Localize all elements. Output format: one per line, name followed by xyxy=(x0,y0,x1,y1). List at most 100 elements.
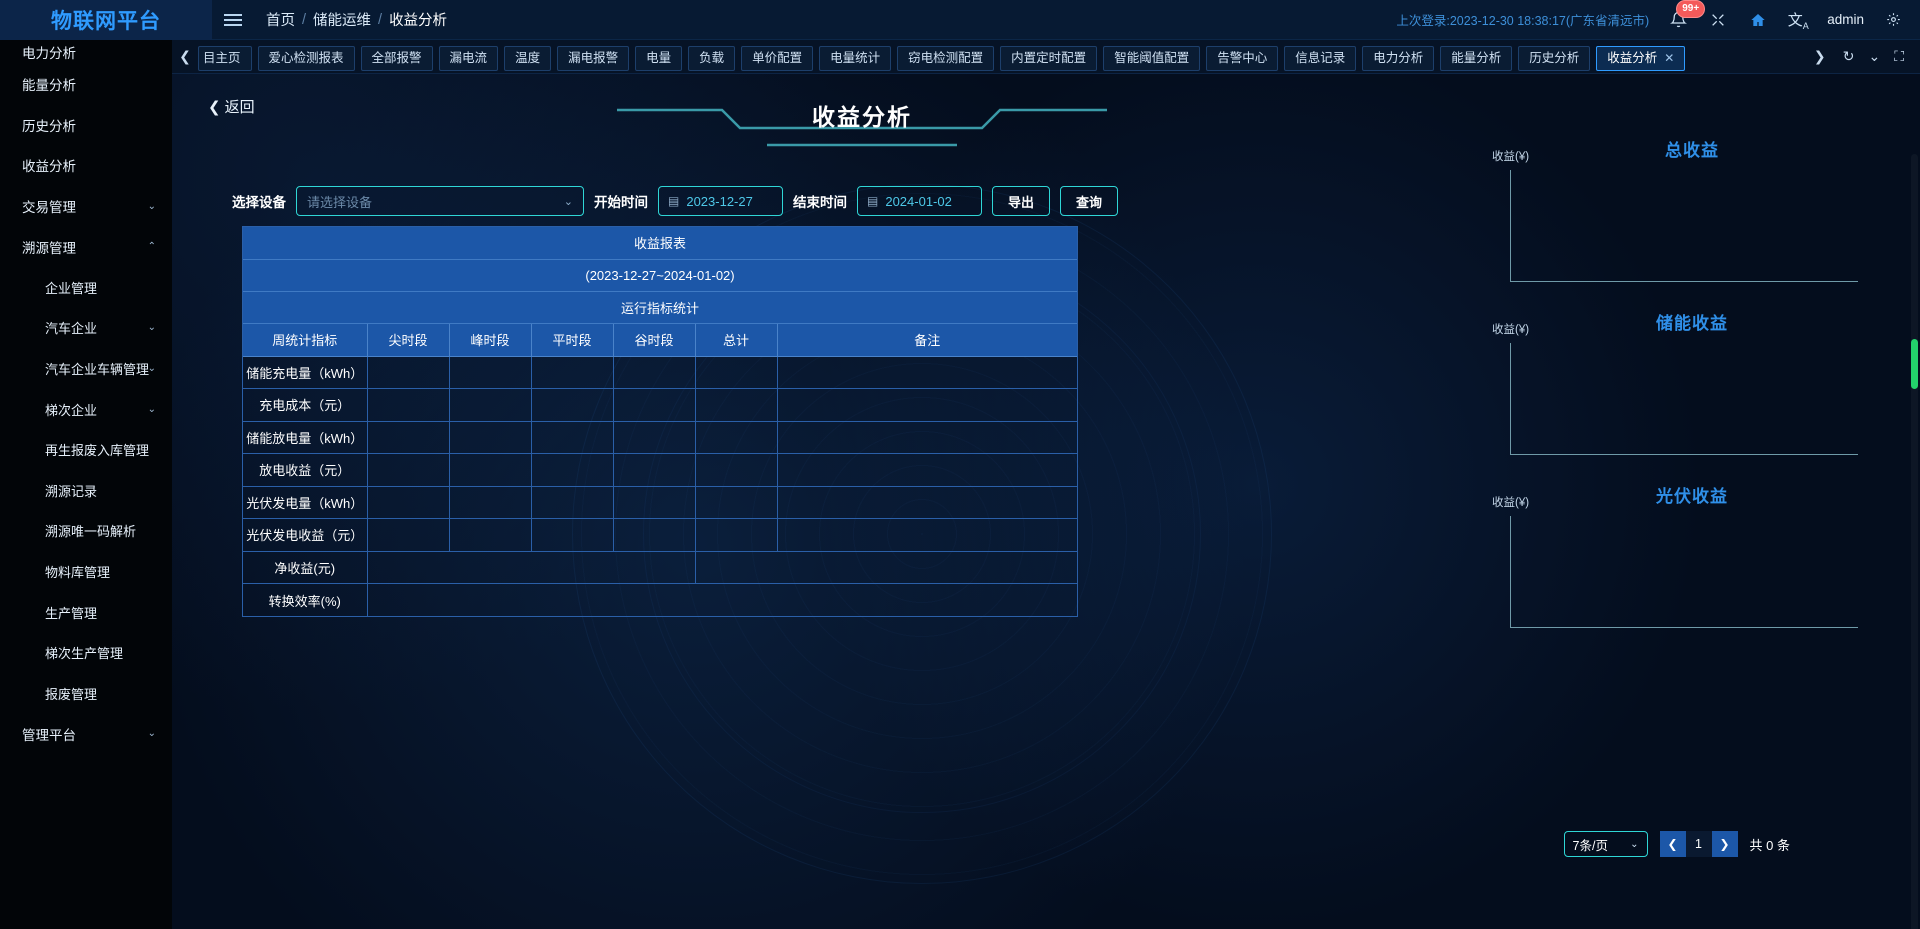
sidebar-item-15[interactable]: 梯次生产管理 xyxy=(0,632,172,673)
table-row: 转换效率(%) xyxy=(243,583,1077,616)
cell-value xyxy=(777,421,1077,454)
cell-value xyxy=(613,518,696,552)
tab-power-analysis[interactable]: 电力分析 xyxy=(1362,46,1435,71)
export-button[interactable]: 导出 xyxy=(992,186,1051,216)
row-label: 放电收益（元） xyxy=(243,453,368,487)
gear-icon[interactable] xyxy=(1882,9,1904,31)
start-date-input[interactable]: ▤ 2023-12-27 xyxy=(658,186,783,216)
sidebar-item-4[interactable]: 交易管理 ⌄ xyxy=(0,186,172,227)
fullscreen-icon[interactable] xyxy=(1707,9,1729,31)
sidebar-item-17[interactable]: 管理平台 ⌄ xyxy=(0,714,172,755)
sidebar-item-13[interactable]: 物料库管理 xyxy=(0,551,172,592)
sidebar-item-label: 历史分析 xyxy=(22,118,76,134)
tab-builtin-timer-config[interactable]: 内置定时配置 xyxy=(1000,46,1098,71)
column-header-valley: 谷时段 xyxy=(613,323,696,357)
back-button[interactable]: ❮ 返回 xyxy=(208,96,255,117)
tab-leakage-current[interactable]: 漏电流 xyxy=(438,46,499,71)
query-button[interactable]: 查询 xyxy=(1060,186,1119,216)
sidebar-item-8[interactable]: 汽车企业车辆管理 ⌄ xyxy=(0,348,172,389)
sidebar-item-12[interactable]: 溯源唯一码解析 xyxy=(0,511,172,552)
sidebar[interactable]: 电力分析 能量分析 历史分析 收益分析 交易管理 ⌄ 溯源管理 ⌃ 企业管理 汽… xyxy=(0,40,172,929)
chart-storage-revenue: 收益(¥) 储能收益 xyxy=(1492,309,1892,482)
cell-value xyxy=(695,453,778,487)
tab-home[interactable]: 目主页 xyxy=(198,46,252,71)
tab-unit-price-config[interactable]: 单价配置 xyxy=(741,46,814,71)
column-header-flat: 平时段 xyxy=(531,323,614,357)
report-date-range: (2023-12-27~2024-01-02) xyxy=(243,259,1077,292)
page-size-select[interactable]: 7条/页 ⌄ xyxy=(1563,831,1648,857)
cell-value xyxy=(531,388,614,422)
sidebar-item-2[interactable]: 历史分析 xyxy=(0,105,172,146)
chart-title: 光伏收益 xyxy=(1656,487,1728,506)
chevron-left-icon: ❮ xyxy=(208,98,221,116)
sidebar-item-5[interactable]: 溯源管理 ⌃ xyxy=(0,226,172,267)
hamburger-icon[interactable] xyxy=(224,13,258,26)
cell-value xyxy=(449,486,532,519)
language-icon[interactable]: 文A xyxy=(1787,9,1809,31)
device-select[interactable]: 请选择设备 ⌄ xyxy=(296,186,584,216)
sidebar-item-9[interactable]: 梯次企业 ⌄ xyxy=(0,389,172,430)
chart-pv-revenue: 收益(¥) 光伏收益 xyxy=(1492,482,1892,655)
sidebar-item-3[interactable]: 收益分析 xyxy=(0,145,172,186)
revenue-report-table: 收益报表 (2023-12-27~2024-01-02) 运行指标统计 周统计指… xyxy=(242,226,1078,617)
sidebar-item-label: 企业管理 xyxy=(45,280,98,296)
top-bar-actions: 上次登录:2023-12-30 18:38:17(广东省清远市) 99+ 文A … xyxy=(1396,0,1920,31)
tab-revenue-analysis[interactable]: 收益分析 ✕ xyxy=(1596,46,1686,71)
tab-love-detection-report[interactable]: 爱心检测报表 xyxy=(257,46,355,71)
tab-load[interactable]: 负载 xyxy=(688,46,736,71)
close-icon[interactable]: ✕ xyxy=(1664,47,1674,70)
sidebar-item-14[interactable]: 生产管理 xyxy=(0,592,172,633)
sidebar-item-label: 物料库管理 xyxy=(45,564,111,580)
page-number-1[interactable]: 1 xyxy=(1685,831,1712,857)
home-icon[interactable] xyxy=(1747,9,1769,31)
app-root: 物联网平台 首页 / 储能运维 / 收益分析 上次登录:2023-12-30 1… xyxy=(0,0,1920,929)
sidebar-item-11[interactable]: 溯源记录 xyxy=(0,470,172,511)
sidebar-item-1[interactable]: 能量分析 xyxy=(0,64,172,105)
tab-energy-analysis[interactable]: 能量分析 xyxy=(1440,46,1513,71)
tab-leakage-alarm[interactable]: 漏电报警 xyxy=(557,46,630,71)
sidebar-item-0[interactable]: 电力分析 xyxy=(0,40,172,64)
content-scrollbar-track[interactable] xyxy=(1911,154,1918,929)
cell-value xyxy=(367,486,450,519)
page-size-value: 7条/页 xyxy=(1572,838,1608,853)
table-row: 储能放电量（kWh） xyxy=(243,421,1077,454)
sidebar-item-10[interactable]: 再生报废入库管理 xyxy=(0,429,172,470)
fullscreen-icon[interactable]: ⛶ xyxy=(1894,48,1904,65)
tab-smart-threshold-config[interactable]: 智能阈值配置 xyxy=(1103,46,1201,71)
main-content: ❮ 返回 收益分析 选择设备 请选择设备 ⌄ 开始时间 ▤ 2023-12-27… xyxy=(172,74,1920,929)
refresh-icon[interactable]: ↻ xyxy=(1843,48,1855,65)
tab-info-records[interactable]: 信息记录 xyxy=(1284,46,1357,71)
tabs-scroll-left-button[interactable]: ❮ xyxy=(172,40,198,74)
chevron-down-icon: ⌄ xyxy=(147,403,156,415)
tab-history-analysis[interactable]: 历史分析 xyxy=(1518,46,1591,71)
breadcrumb-separator: / xyxy=(302,11,307,28)
end-time-label: 结束时间 xyxy=(793,195,847,210)
content-scrollbar-thumb[interactable] xyxy=(1911,339,1918,389)
breadcrumb-item-home[interactable]: 首页 xyxy=(266,9,295,30)
tab-alarm-center[interactable]: 告警中心 xyxy=(1206,46,1279,71)
sidebar-item-6[interactable]: 企业管理 xyxy=(0,267,172,308)
cell-value xyxy=(695,356,778,389)
chart-title: 总收益 xyxy=(1665,141,1719,160)
sidebar-item-7[interactable]: 汽车企业 ⌄ xyxy=(0,308,172,349)
tab-electricity-statistics[interactable]: 电量统计 xyxy=(819,46,892,71)
table-subtitle-row: 运行指标统计 xyxy=(243,291,1077,324)
username-label[interactable]: admin xyxy=(1827,12,1864,27)
sidebar-item-label: 汽车企业车辆管理 xyxy=(45,361,150,377)
prev-page-button[interactable]: ❮ xyxy=(1659,831,1686,857)
next-page-button[interactable]: ❯ xyxy=(1711,831,1738,857)
cell-value xyxy=(777,453,1077,487)
notification-bell-icon[interactable]: 99+ xyxy=(1667,0,1706,31)
tab-electricity[interactable]: 电量 xyxy=(635,46,683,71)
breadcrumb-item-storage-ops[interactable]: 储能运维 xyxy=(313,9,371,30)
sidebar-item-16[interactable]: 报废管理 xyxy=(0,673,172,714)
breadcrumb-item-revenue-analysis[interactable]: 收益分析 xyxy=(389,9,447,30)
top-bar: 物联网平台 首页 / 储能运维 / 收益分析 上次登录:2023-12-30 1… xyxy=(0,0,1920,40)
cell-value xyxy=(695,486,778,519)
tab-all-alarms[interactable]: 全部报警 xyxy=(360,46,433,71)
tab-temperature[interactable]: 温度 xyxy=(504,46,552,71)
chevron-down-icon[interactable]: ⌄ xyxy=(1868,48,1880,65)
end-date-input[interactable]: ▤ 2024-01-02 xyxy=(857,186,982,216)
tabs-scroll-right-button[interactable]: ❯ xyxy=(1807,40,1833,74)
tab-theft-detection-config[interactable]: 窃电检测配置 xyxy=(897,46,995,71)
